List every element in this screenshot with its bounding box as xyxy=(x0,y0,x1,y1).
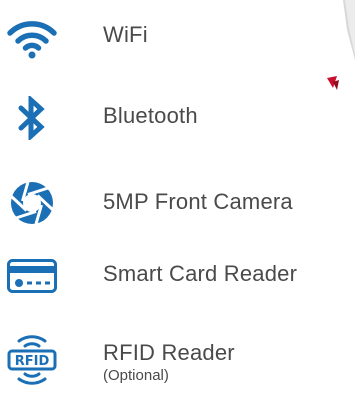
feature-row-wifi: WiFi xyxy=(0,8,355,68)
rfid-icon: RFID xyxy=(0,330,64,390)
feature-row-smart-card: Smart Card Reader xyxy=(0,246,355,306)
feature-label: RFID Reader xyxy=(103,340,235,365)
svg-text:RFID: RFID xyxy=(15,354,50,369)
feature-list-panel: WiFi Bluetooth 5MP Front Camera Smart Ca… xyxy=(0,0,355,407)
feature-label: 5MP Front Camera xyxy=(103,189,293,214)
smart-card-icon xyxy=(0,246,64,306)
feature-note: (Optional) xyxy=(103,367,169,384)
feature-label: WiFi xyxy=(103,22,148,47)
wifi-icon xyxy=(0,8,64,68)
feature-label: Smart Card Reader xyxy=(103,261,298,286)
bluetooth-icon xyxy=(0,88,64,148)
feature-row-bluetooth: Bluetooth xyxy=(0,88,355,148)
feature-row-camera: 5MP Front Camera xyxy=(0,173,355,233)
feature-row-rfid: RFID RFID Reader (Optional) xyxy=(0,330,355,390)
camera-aperture-icon xyxy=(0,173,64,233)
feature-label: Bluetooth xyxy=(103,103,198,128)
